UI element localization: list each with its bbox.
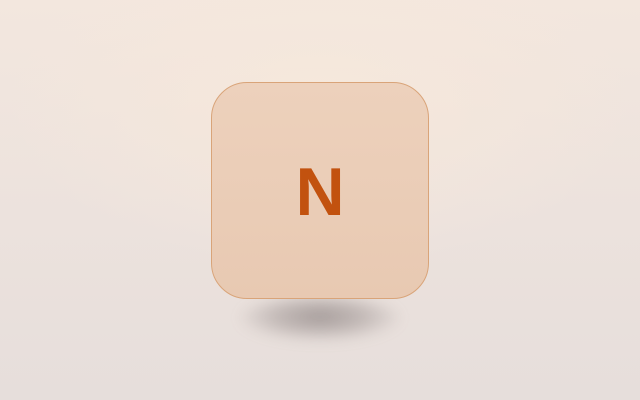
n-app-icon[interactable]: N — [211, 82, 429, 299]
icon-drop-shadow — [238, 296, 402, 342]
desktop-background: N — [0, 0, 640, 400]
app-icon-letter: N — [295, 153, 345, 230]
